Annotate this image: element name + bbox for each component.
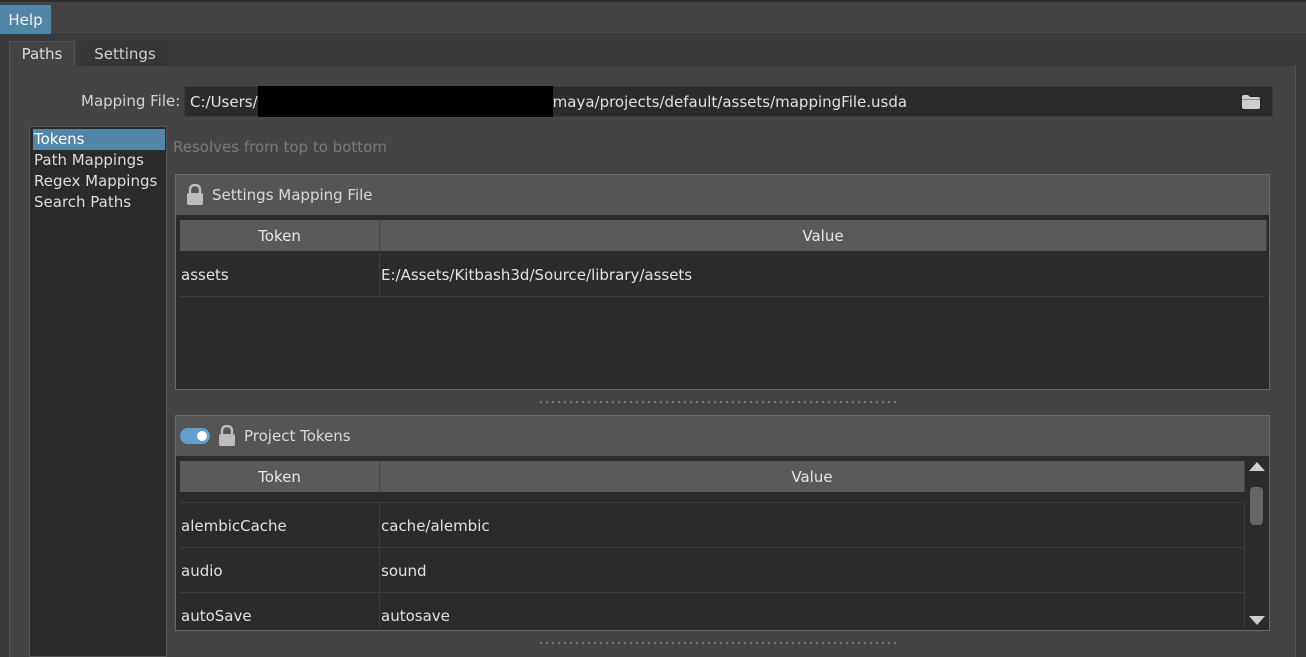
- token-cell: audio: [180, 548, 380, 593]
- redacted-username: [257, 86, 553, 117]
- list-item-path-mappings[interactable]: Path Mappings: [33, 150, 165, 171]
- table-row[interactable]: assets E:/Assets/Kitbash3d/Source/librar…: [180, 252, 1265, 297]
- token-cell: alembicCache: [180, 503, 380, 548]
- project-tokens-toggle[interactable]: [180, 428, 210, 444]
- token-cell: autoSave: [180, 593, 380, 627]
- project-tokens-header: Project Tokens: [176, 416, 1269, 456]
- mapping-file-field[interactable]: C:/Users/ maya/projects/default/assets/m…: [184, 86, 1273, 117]
- tab-paths[interactable]: Paths: [9, 41, 75, 66]
- value-cell: cache/alembic: [380, 503, 1245, 548]
- list-item-regex-mappings[interactable]: Regex Mappings: [33, 171, 165, 192]
- splitter-handle[interactable]: [538, 642, 900, 644]
- mapping-file-path-suffix: maya/projects/default/assets/mappingFile…: [552, 92, 908, 111]
- menu-bar: Help: [0, 0, 1306, 34]
- column-value[interactable]: Value: [380, 220, 1267, 251]
- settings-token-table: Token Value assets E:/Assets/Kitbash3d/S…: [180, 220, 1267, 386]
- value-cell: autosave: [380, 593, 1245, 627]
- table-row[interactable]: audio sound: [180, 548, 1245, 593]
- tab-settings[interactable]: Settings: [81, 41, 169, 66]
- column-value[interactable]: Value: [380, 461, 1245, 492]
- settings-mapping-title: Settings Mapping File: [212, 186, 373, 204]
- column-token[interactable]: Token: [180, 461, 380, 492]
- lock-icon: [218, 425, 236, 447]
- table-row[interactable]: alembicCache cache/alembic: [180, 503, 1245, 548]
- scroll-down-icon[interactable]: [1249, 616, 1265, 625]
- table-header: Token Value: [180, 461, 1245, 492]
- help-menu[interactable]: Help: [0, 5, 51, 34]
- mapping-file-label: Mapping File:: [81, 92, 181, 110]
- tab-bar: Paths Settings: [0, 37, 1306, 66]
- project-token-table: Token Value alembicCache cache/alembic a…: [180, 461, 1245, 627]
- resolves-hint: Resolves from top to bottom: [173, 138, 387, 156]
- value-cell: sound: [380, 548, 1245, 593]
- token-cell: assets: [180, 252, 380, 297]
- table-header: Token Value: [180, 220, 1267, 251]
- vertical-scrollbar[interactable]: [1247, 460, 1267, 627]
- value-cell: E:/Assets/Kitbash3d/Source/library/asset…: [381, 265, 693, 284]
- settings-mapping-header: Settings Mapping File: [176, 175, 1269, 215]
- list-item-search-paths[interactable]: Search Paths: [33, 192, 165, 213]
- project-tokens-title: Project Tokens: [244, 427, 351, 445]
- splitter-handle[interactable]: [538, 401, 900, 403]
- table-row[interactable]: autoSave autosave: [180, 593, 1245, 627]
- category-list: Tokens Path Mappings Regex Mappings Sear…: [29, 126, 167, 657]
- lock-icon: [186, 184, 204, 206]
- list-item-tokens[interactable]: Tokens: [33, 129, 165, 150]
- column-token[interactable]: Token: [180, 220, 380, 251]
- project-tokens-group: Project Tokens Token Value alembicCache …: [175, 415, 1270, 631]
- settings-mapping-group: Settings Mapping File Token Value assets…: [175, 174, 1270, 390]
- scroll-thumb[interactable]: [1250, 487, 1263, 525]
- mapping-file-path-prefix: C:/Users/: [190, 92, 258, 111]
- folder-icon[interactable]: [1242, 95, 1260, 113]
- scroll-up-icon[interactable]: [1249, 462, 1265, 471]
